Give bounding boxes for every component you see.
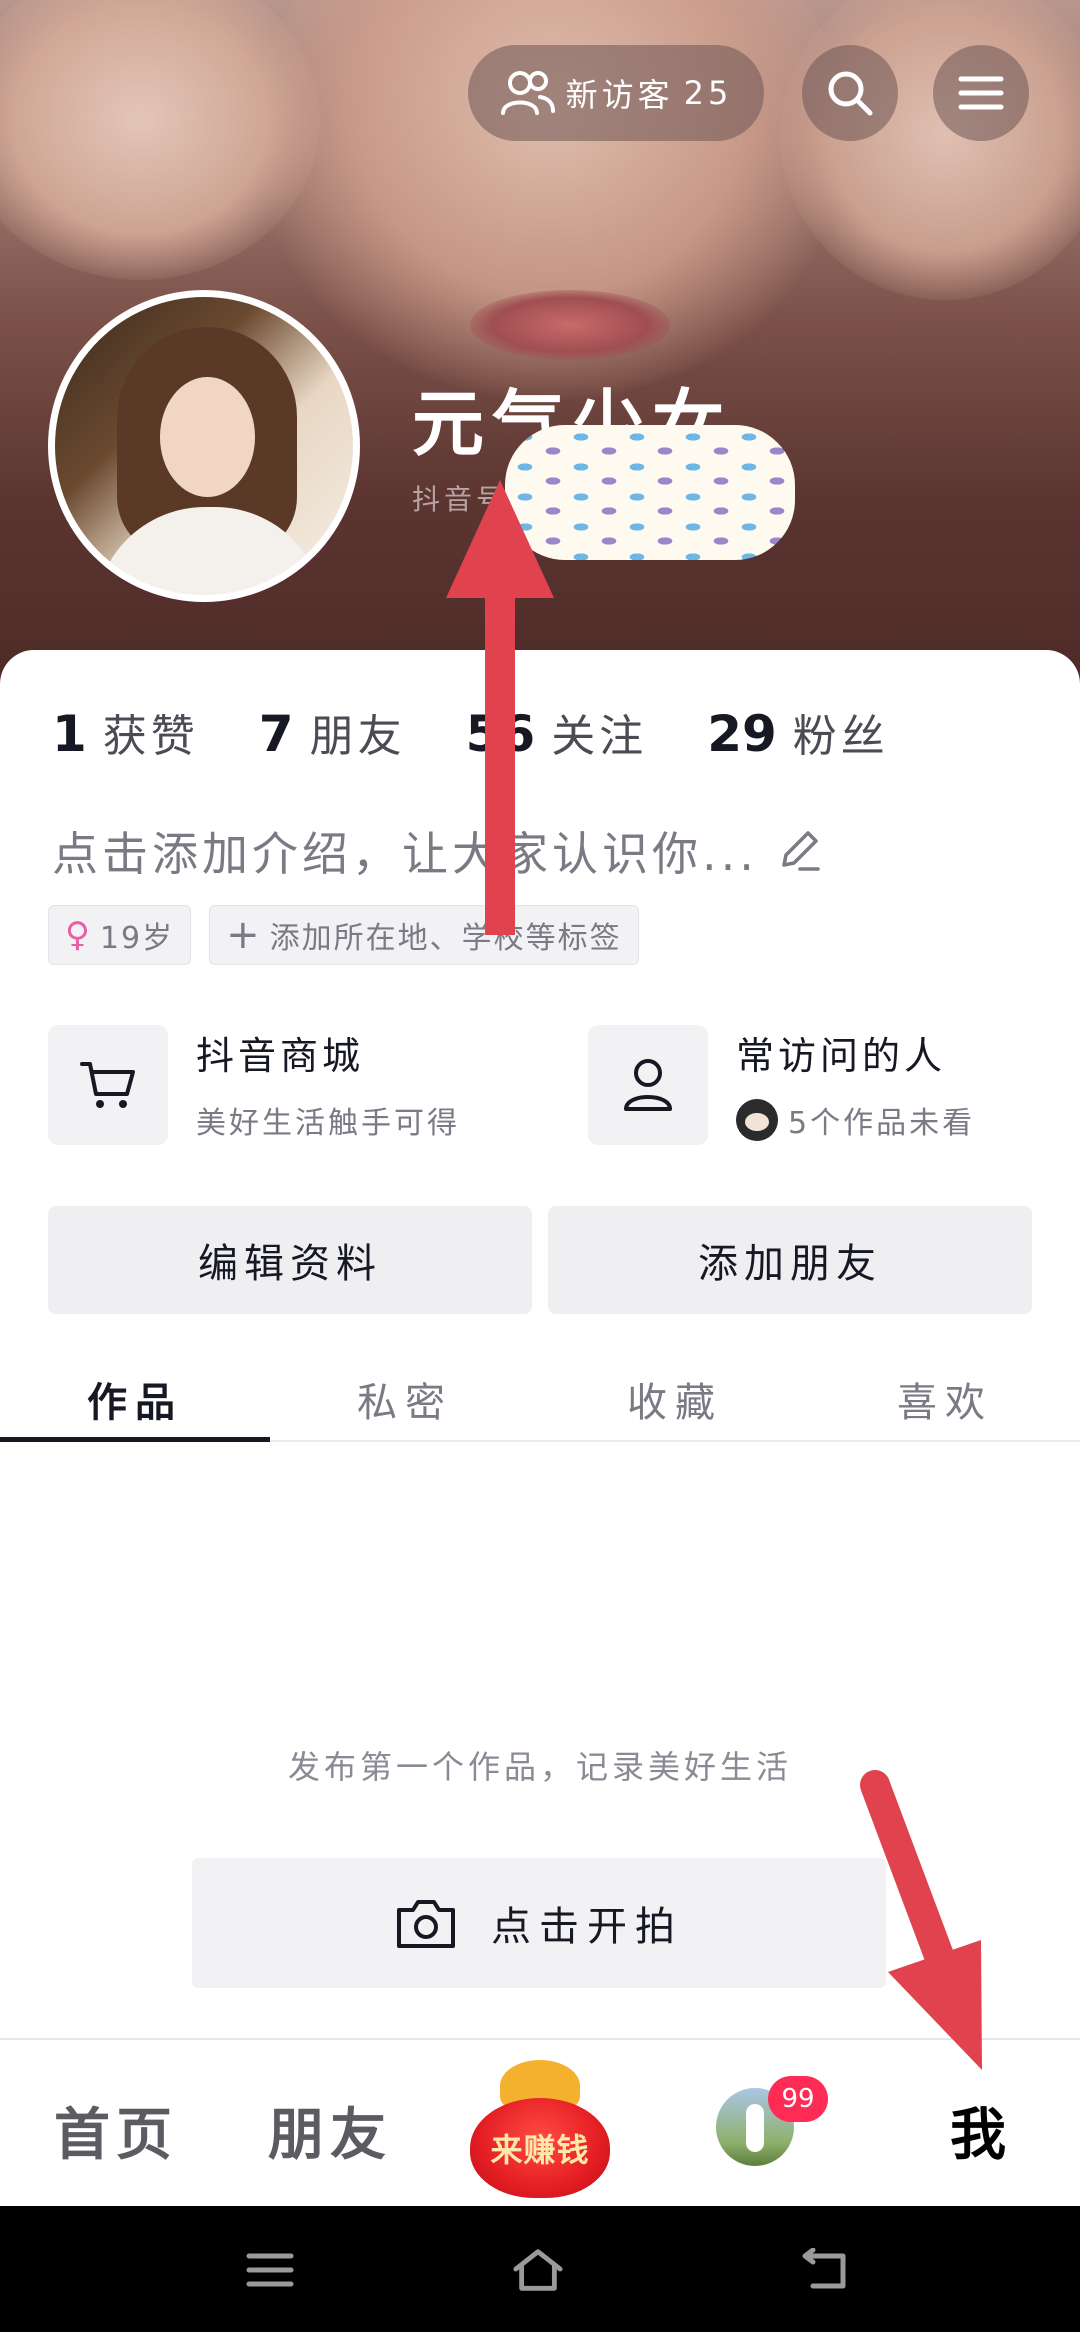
message-count-badge: 99: [768, 2076, 828, 2122]
female-icon: ♀: [65, 915, 92, 955]
fish-pattern-sticker: [505, 425, 795, 560]
search-button[interactable]: [802, 45, 898, 141]
douyin-id[interactable]: 抖音号: [412, 478, 508, 518]
stat-likes[interactable]: 1 获赞: [52, 700, 199, 764]
nav-home[interactable]: 首页: [54, 2090, 178, 2171]
shopping-cart-icon: [80, 1062, 135, 1108]
avatar-photo: [55, 297, 353, 595]
douyin-mall-entry[interactable]: 抖音商城 美好生活触手可得: [48, 1025, 460, 1145]
stat-friends-count: 7: [258, 705, 294, 763]
profile-tags: ♀ 19岁 + 添加所在地、学校等标签: [48, 905, 639, 965]
edit-pencil-icon: [782, 831, 820, 871]
edit-profile-button[interactable]: 编辑资料: [48, 1206, 532, 1314]
tab-works[interactable]: 作品: [0, 1352, 270, 1442]
system-home-button[interactable]: [512, 2244, 564, 2296]
profile-stats: 1 获赞 7 朋友 56 关注 29 粉丝: [52, 700, 889, 764]
earn-money-button[interactable]: 来赚钱: [465, 2060, 615, 2210]
visitor-mini-avatar: [736, 1099, 778, 1141]
tab-private[interactable]: 私密: [270, 1352, 540, 1440]
age-tag[interactable]: ♀ 19岁: [48, 905, 192, 965]
cover-photo-smile: [470, 290, 670, 360]
plus-icon: +: [226, 912, 262, 958]
nav-me[interactable]: 我: [950, 2090, 1012, 2171]
bottom-navigation: 首页 朋友 来赚钱 99 我: [0, 2038, 1080, 2206]
frequent-visitors-icon-box: [588, 1025, 708, 1145]
earn-money-label: 来赚钱: [490, 2131, 590, 2169]
nav-friends[interactable]: 朋友: [268, 2090, 392, 2171]
frequent-visitors-entry[interactable]: 常访问的人 5个作品未看: [588, 1025, 975, 1145]
age-tag-label: 19岁: [99, 921, 175, 956]
stat-friends[interactable]: 7 朋友: [259, 700, 406, 764]
stat-friends-label: 朋友: [309, 711, 406, 762]
add-tags-label: 添加所在地、学校等标签: [269, 921, 622, 956]
stat-following-label: 关注: [551, 711, 648, 762]
frequent-visitors-subtitle: 5个作品未看: [788, 1106, 976, 1141]
add-intro-prompt[interactable]: 点击添加介绍，让大家认识你...: [52, 818, 824, 884]
tab-favorites[interactable]: 收藏: [540, 1352, 810, 1440]
tab-likes[interactable]: 喜欢: [810, 1352, 1080, 1440]
new-visitors-label: 新访客: [565, 76, 674, 114]
stat-following[interactable]: 56 关注: [466, 700, 648, 764]
search-icon: [828, 71, 873, 116]
frequent-visitors-title: 常访问的人: [736, 1034, 947, 1078]
profile-header-background: 新访客 25 元气少女 抖音号: [0, 0, 1080, 700]
stat-followers-label: 粉丝: [792, 711, 889, 762]
new-visitors-count: 25: [683, 74, 733, 112]
system-home-icon: [513, 2249, 563, 2291]
profile-card: 1 获赞 7 朋友 56 关注 29 粉丝 点击添加介绍，让大家认识你... ♀…: [0, 650, 1080, 2040]
system-menu-button[interactable]: [244, 2244, 296, 2296]
start-shooting-button[interactable]: 点击开拍: [192, 1858, 886, 1988]
add-tags-button[interactable]: + 添加所在地、学校等标签: [209, 905, 639, 965]
mall-icon-box: [48, 1025, 168, 1145]
new-visitors-button[interactable]: 新访客 25: [468, 45, 764, 141]
empty-works-hint: 发布第一个作品，记录美好生活: [287, 1748, 792, 1786]
add-friend-button[interactable]: 添加朋友: [548, 1206, 1032, 1314]
mall-subtitle: 美好生活触手可得: [196, 1106, 460, 1141]
person-icon: [624, 1059, 672, 1111]
system-back-button[interactable]: [798, 2244, 850, 2296]
menu-button[interactable]: [933, 45, 1029, 141]
stat-followers[interactable]: 29 粉丝: [707, 700, 889, 764]
camera-icon: [397, 1900, 455, 1948]
start-shooting-label: 点击开拍: [491, 1904, 683, 1950]
content-tabs: 作品 私密 收藏 喜欢: [0, 1352, 1080, 1442]
mall-title: 抖音商城: [196, 1034, 365, 1078]
red-envelope-bag-icon: 来赚钱: [470, 2098, 610, 2198]
system-menu-icon: [246, 2253, 294, 2287]
cover-photo-right-hand: [780, 0, 1080, 300]
profile-avatar[interactable]: [48, 290, 360, 602]
stat-following-count: 56: [465, 705, 536, 763]
system-back-icon: [802, 2248, 846, 2289]
hamburger-menu-icon: [958, 76, 1004, 110]
intro-placeholder: 点击添加介绍，让大家认识你...: [52, 827, 758, 881]
system-navigation-bar: [0, 2206, 1080, 2332]
stat-likes-count: 1: [52, 705, 87, 763]
visitors-icon: [500, 71, 555, 115]
stat-likes-label: 获赞: [102, 711, 199, 762]
stat-followers-count: 29: [707, 705, 777, 763]
